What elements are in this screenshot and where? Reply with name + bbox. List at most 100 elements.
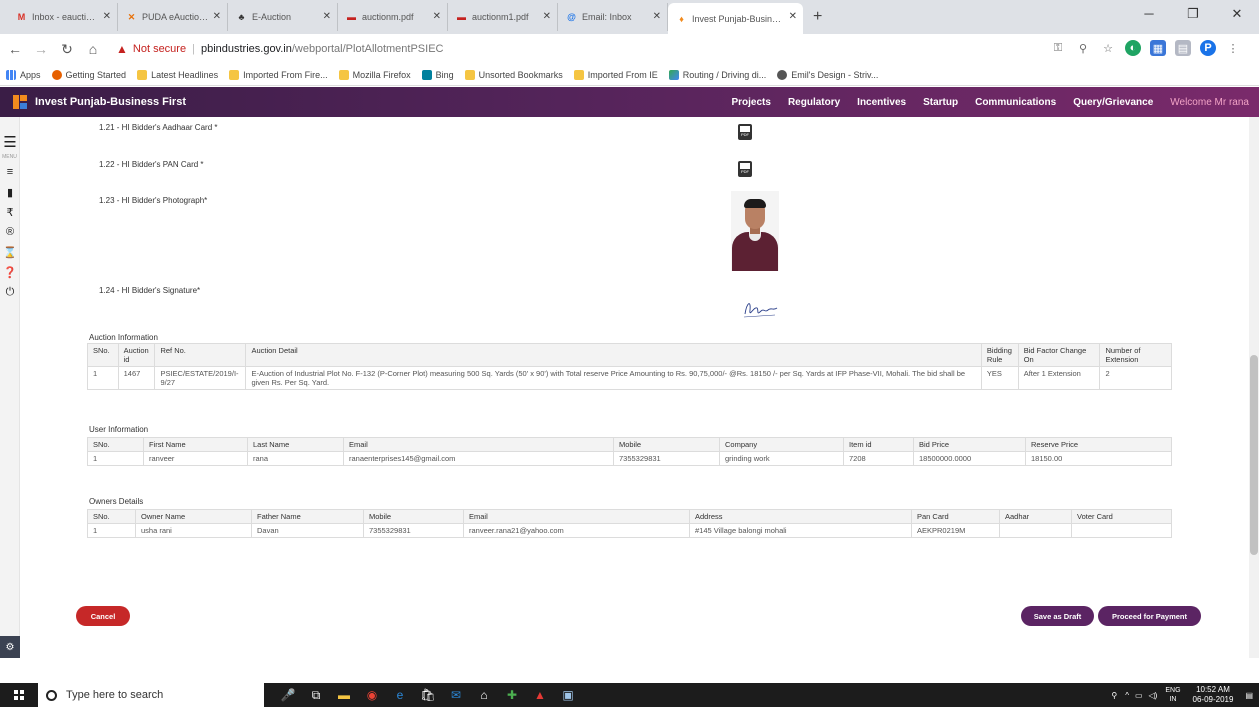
windows-start-icon[interactable]: [0, 683, 38, 707]
browser-tab[interactable]: ♣ E-Auction ✕: [228, 3, 338, 31]
reload-icon[interactable]: ↻: [56, 41, 78, 58]
document-icon[interactable]: ▮: [0, 182, 20, 202]
app-icon[interactable]: ⌂: [470, 683, 498, 707]
table-cell: Davan: [251, 523, 364, 538]
people-icon[interactable]: ⚲: [1111, 691, 1117, 700]
key-icon[interactable]: ⚿: [1050, 40, 1066, 56]
column-header: Aadhar: [999, 509, 1072, 524]
browser-tab[interactable]: ▬ auctionm.pdf ✕: [338, 3, 448, 31]
forward-icon[interactable]: →: [30, 41, 52, 57]
bookmark-label: Mozilla Firefox: [352, 69, 411, 80]
hourglass-icon[interactable]: ⌛: [0, 242, 20, 262]
close-window-icon[interactable]: ✕: [1215, 6, 1259, 22]
star-icon[interactable]: ☆: [1100, 40, 1116, 56]
list-icon[interactable]: ≡: [0, 162, 20, 182]
zoom-icon[interactable]: ⚲: [1075, 40, 1091, 56]
taskbar-search-box[interactable]: Type here to search: [38, 683, 264, 707]
back-icon[interactable]: ←: [4, 41, 26, 57]
settings-icon[interactable]: ⚙: [0, 636, 20, 658]
new-tab-icon[interactable]: +: [813, 8, 822, 26]
nav-query-grievance[interactable]: Query/Grievance: [1073, 97, 1153, 108]
bookmarks-bar: Apps Getting Started Latest Headlines Im…: [0, 64, 1259, 86]
pdf-file-icon[interactable]: [738, 161, 752, 177]
show-hidden-icons[interactable]: ^: [1125, 691, 1129, 700]
close-tab-icon[interactable]: ✕: [789, 11, 797, 22]
bookmark-item[interactable]: Imported From IE: [573, 69, 658, 80]
mail-icon[interactable]: ✉: [442, 683, 470, 707]
file-explorer-icon[interactable]: ▬: [330, 683, 358, 707]
welcome-user-menu[interactable]: Welcome Mr rana: [1170, 97, 1249, 108]
menu-dots-icon[interactable]: ⋮: [1225, 40, 1241, 56]
user-info-table: SNo. First Name Last Name Email Mobile C…: [87, 437, 1172, 466]
bookmark-item[interactable]: Routing / Driving di...: [668, 69, 766, 80]
app-icon[interactable]: ▣: [554, 683, 582, 707]
close-tab-icon[interactable]: ✕: [213, 11, 221, 22]
close-tab-icon[interactable]: ✕: [543, 11, 551, 22]
pdf-file-icon[interactable]: [738, 124, 752, 140]
home-icon[interactable]: ⌂: [82, 41, 104, 57]
close-tab-icon[interactable]: ✕: [653, 11, 661, 22]
bookmark-item[interactable]: Mozilla Firefox: [338, 69, 411, 80]
store-icon[interactable]: 🛍: [414, 683, 442, 707]
browser-tab-active[interactable]: ♦ Invest Punjab-Business F ✕: [668, 3, 803, 34]
close-tab-icon[interactable]: ✕: [433, 11, 441, 22]
nav-projects[interactable]: Projects: [731, 97, 770, 108]
nav-startup[interactable]: Startup: [923, 97, 958, 108]
save-draft-button[interactable]: Save as Draft: [1021, 606, 1094, 626]
site-brand[interactable]: Invest Punjab-Business First: [35, 96, 186, 108]
excel-icon[interactable]: ✚: [498, 683, 526, 707]
maximize-icon[interactable]: ❐: [1171, 6, 1215, 22]
acrobat-icon[interactable]: ▲: [526, 683, 554, 707]
bookmark-item[interactable]: Emil's Design - Striv...: [777, 69, 878, 80]
chrome-icon[interactable]: ◉: [358, 683, 386, 707]
security-status[interactable]: Not secure: [133, 43, 186, 55]
profile-avatar[interactable]: P: [1200, 40, 1216, 56]
proceed-payment-button[interactable]: Proceed for Payment: [1098, 606, 1201, 626]
table-row: 1 usha rani Davan 7355329831 ranveer.ran…: [87, 523, 1172, 538]
browser-tab[interactable]: M Inbox - eauctions.psiec@ ✕: [8, 3, 118, 31]
sidebar-menu-toggle-icon[interactable]: ☰: [0, 130, 20, 154]
edge-icon[interactable]: e: [386, 683, 414, 707]
bookmark-item[interactable]: Latest Headlines: [137, 69, 218, 80]
bookmark-label: Imported From Fire...: [243, 69, 328, 80]
bidder-photograph[interactable]: [731, 191, 779, 271]
volume-icon[interactable]: ◁): [1149, 691, 1158, 700]
extension-icon[interactable]: ▦: [1150, 40, 1166, 56]
microphone-icon[interactable]: 🎤: [274, 683, 302, 707]
browser-tab[interactable]: @ Email: Inbox ✕: [558, 3, 668, 31]
nav-incentives[interactable]: Incentives: [857, 97, 906, 108]
extension-icon[interactable]: ▤: [1175, 40, 1191, 56]
extension-icon[interactable]: ◐: [1125, 40, 1141, 56]
close-tab-icon[interactable]: ✕: [323, 11, 331, 22]
minimize-icon[interactable]: ─: [1127, 6, 1171, 22]
column-header: Mobile: [363, 509, 464, 524]
bookmark-item[interactable]: Apps: [6, 69, 41, 80]
registered-icon[interactable]: ®: [0, 222, 20, 242]
browser-tab[interactable]: ✕ PUDA eAuctions Portal | ✕: [118, 3, 228, 31]
folder-icon: [338, 69, 349, 80]
bookmark-item[interactable]: Unsorted Bookmarks: [464, 69, 563, 80]
scrollbar-thumb[interactable]: [1250, 355, 1258, 555]
nav-regulatory[interactable]: Regulatory: [788, 97, 840, 108]
network-icon[interactable]: ▭: [1135, 691, 1143, 700]
url-field[interactable]: ▲ Not secure | pbindustries.gov.in/webpo…: [116, 37, 1081, 61]
site-header: Invest Punjab-Business First Projects Re…: [0, 87, 1259, 117]
power-icon[interactable]: ⏻: [0, 282, 20, 302]
notification-icon[interactable]: ▤: [1245, 691, 1253, 700]
table-cell: 7355329831: [613, 451, 720, 466]
bookmark-item[interactable]: Getting Started: [51, 69, 126, 80]
email-icon: @: [567, 12, 576, 22]
invest-punjab-logo[interactable]: [13, 95, 27, 109]
bookmark-item[interactable]: Bing: [421, 69, 454, 80]
browser-tab[interactable]: ▬ auctionm1.pdf ✕: [448, 3, 558, 31]
taskbar-clock[interactable]: 10:52 AM 06-09-2019: [1193, 685, 1234, 705]
bookmark-item[interactable]: Imported From Fire...: [229, 69, 328, 80]
close-tab-icon[interactable]: ✕: [103, 11, 111, 22]
cancel-button[interactable]: Cancel: [76, 606, 130, 626]
help-icon[interactable]: ❓: [0, 262, 20, 282]
task-view-icon[interactable]: ⧉: [302, 683, 330, 707]
bidder-signature[interactable]: [741, 296, 781, 322]
input-language[interactable]: ENG IN: [1165, 686, 1180, 704]
nav-communications[interactable]: Communications: [975, 97, 1056, 108]
rupee-icon[interactable]: ₹: [0, 202, 20, 222]
